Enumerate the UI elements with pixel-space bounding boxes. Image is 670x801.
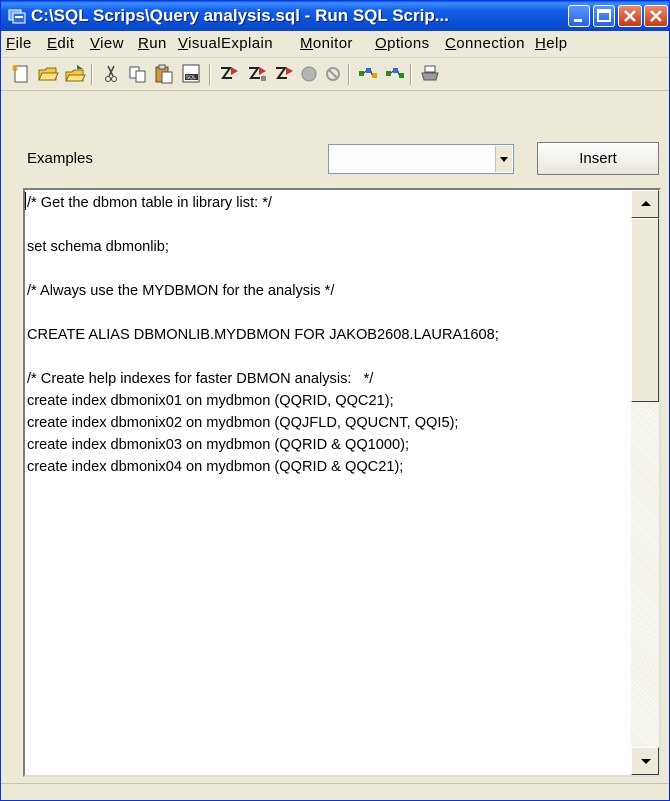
script-line[interactable] [27, 346, 631, 368]
examples-label: Examples [27, 150, 93, 167]
menu-view[interactable]: View [90, 35, 124, 52]
menu-connection[interactable]: Connection [445, 35, 525, 52]
script-line[interactable] [27, 258, 631, 280]
menu-monitor[interactable]: Monitor [300, 35, 353, 52]
script-line[interactable]: /* Always use the MYDBMON for the analys… [27, 280, 631, 302]
run-from-selected-icon[interactable] [246, 63, 268, 85]
open-remote-icon[interactable] [64, 63, 86, 85]
title-bar[interactable]: C:\SQL Scrips\Query analysis.sql - Run S… [1, 1, 669, 31]
stop-icon[interactable] [298, 63, 320, 85]
scroll-down-button[interactable] [631, 747, 659, 775]
menu-help[interactable]: Help [535, 35, 567, 52]
cut-icon[interactable] [100, 63, 122, 85]
sql-script-editor[interactable]: /* Get the dbmon table in library list: … [23, 188, 661, 777]
minimize-button[interactable] [568, 5, 590, 27]
maximize-button[interactable] [593, 5, 615, 27]
close-button[interactable] [618, 5, 642, 27]
menu-bar: File Edit View Run VisualExplain Monitor… [1, 31, 669, 58]
script-line[interactable]: CREATE ALIAS DBMONLIB.MYDBMON FOR JAKOB2… [27, 324, 631, 346]
window-title: C:\SQL Scrips\Query analysis.sql - Run S… [31, 6, 449, 25]
script-line[interactable]: create index dbmonix03 on mydbmon (QQRID… [27, 434, 631, 456]
script-line[interactable]: create index dbmonix04 on mydbmon (QQRID… [27, 456, 631, 478]
vertical-scrollbar[interactable] [631, 190, 659, 775]
script-line[interactable]: /* Get the dbmon table in library list: … [27, 192, 631, 214]
arrow-down-icon [641, 759, 651, 764]
arrow-up-icon [641, 201, 651, 206]
examples-dropdown[interactable] [328, 144, 514, 174]
script-line[interactable]: create index dbmonix02 on mydbmon (QQJFL… [27, 412, 631, 434]
script-line[interactable] [27, 302, 631, 324]
script-text[interactable]: /* Get the dbmon table in library list: … [27, 192, 631, 478]
paste-icon[interactable] [153, 63, 175, 85]
script-line[interactable]: set schema dbmonlib; [27, 236, 631, 258]
run-all-icon[interactable] [218, 63, 240, 85]
run-selected-icon[interactable] [273, 63, 295, 85]
close-icon[interactable] [644, 5, 668, 27]
insert-button[interactable]: Insert [537, 142, 659, 175]
run-sql-scripts-app-icon[interactable] [8, 7, 26, 25]
run-and-explain-icon[interactable] [384, 63, 406, 85]
dropdown-arrow-button[interactable] [495, 146, 512, 172]
script-line[interactable]: /* Create help indexes for faster DBMON … [27, 368, 631, 390]
toolbar-separator [91, 64, 93, 85]
scrollbar-thumb[interactable] [631, 218, 659, 402]
app-window: C:\SQL Scrips\Query analysis.sql - Run S… [0, 0, 670, 801]
menu-edit[interactable]: Edit [47, 35, 74, 52]
scroll-up-button[interactable] [631, 190, 659, 218]
toolbar-separator [410, 64, 412, 85]
status-bar [1, 783, 669, 800]
toolbar-separator [209, 64, 211, 85]
text-cursor [25, 192, 26, 210]
cancel-icon[interactable] [322, 63, 344, 85]
toolbar-separator [348, 64, 350, 85]
menu-file[interactable]: File [6, 35, 32, 52]
sql-insert-icon[interactable]: SQL [181, 63, 203, 85]
svg-text:SQL: SQL [186, 75, 196, 81]
open-folder-icon[interactable] [37, 63, 59, 85]
new-file-icon[interactable] [10, 63, 32, 85]
toolbar: SQL [1, 58, 669, 91]
script-line[interactable]: create index dbmonix01 on mydbmon (QQRID… [27, 390, 631, 412]
copy-icon[interactable] [127, 63, 149, 85]
menu-visualexplain[interactable]: VisualExplain [178, 35, 273, 52]
menu-run[interactable]: Run [138, 35, 167, 52]
chevron-down-icon [496, 157, 512, 176]
menu-options[interactable]: Options [375, 35, 430, 52]
script-line[interactable] [27, 214, 631, 236]
print-icon[interactable] [419, 63, 441, 85]
explain-icon[interactable] [357, 63, 379, 85]
